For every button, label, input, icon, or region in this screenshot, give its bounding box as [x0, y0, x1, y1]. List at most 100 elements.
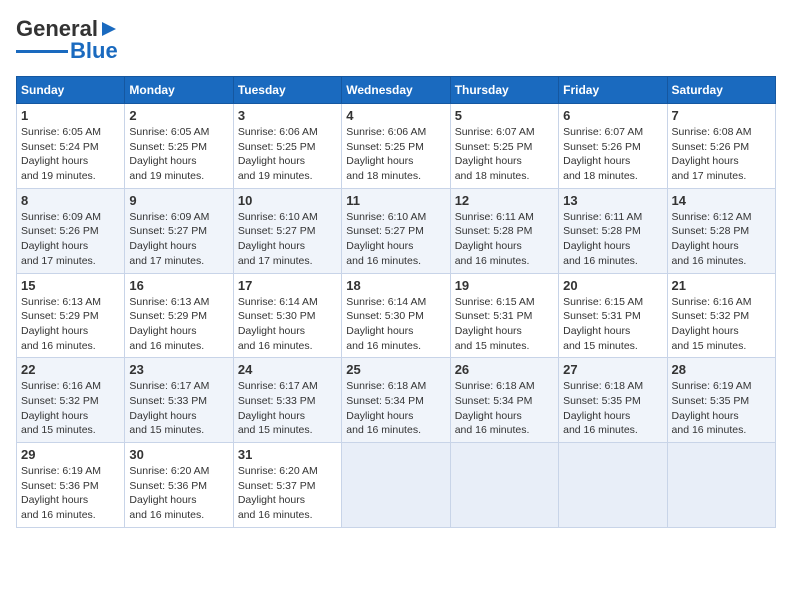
- calendar-cell: 22 Sunrise: 6:16 AM Sunset: 5:32 PM Dayl…: [17, 358, 125, 443]
- day-number: 13: [563, 193, 662, 208]
- calendar-cell: 23 Sunrise: 6:17 AM Sunset: 5:33 PM Dayl…: [125, 358, 233, 443]
- day-info: Sunrise: 6:17 AM Sunset: 5:33 PM Dayligh…: [129, 379, 228, 438]
- calendar-cell: 31 Sunrise: 6:20 AM Sunset: 5:37 PM Dayl…: [233, 443, 341, 528]
- day-number: 11: [346, 193, 445, 208]
- calendar-cell: 17 Sunrise: 6:14 AM Sunset: 5:30 PM Dayl…: [233, 273, 341, 358]
- day-info: Sunrise: 6:16 AM Sunset: 5:32 PM Dayligh…: [672, 295, 771, 354]
- day-info: Sunrise: 6:17 AM Sunset: 5:33 PM Dayligh…: [238, 379, 337, 438]
- day-number: 23: [129, 362, 228, 377]
- calendar-cell: [450, 443, 558, 528]
- day-number: 9: [129, 193, 228, 208]
- day-number: 18: [346, 278, 445, 293]
- day-info: Sunrise: 6:06 AM Sunset: 5:25 PM Dayligh…: [238, 125, 337, 184]
- day-number: 4: [346, 108, 445, 123]
- calendar-cell: 6 Sunrise: 6:07 AM Sunset: 5:26 PM Dayli…: [559, 104, 667, 189]
- calendar-cell: 3 Sunrise: 6:06 AM Sunset: 5:25 PM Dayli…: [233, 104, 341, 189]
- column-header-wednesday: Wednesday: [342, 77, 450, 104]
- day-number: 17: [238, 278, 337, 293]
- column-header-saturday: Saturday: [667, 77, 775, 104]
- day-info: Sunrise: 6:20 AM Sunset: 5:37 PM Dayligh…: [238, 464, 337, 523]
- day-info: Sunrise: 6:05 AM Sunset: 5:25 PM Dayligh…: [129, 125, 228, 184]
- logo-text2: Blue: [70, 38, 118, 64]
- day-info: Sunrise: 6:06 AM Sunset: 5:25 PM Dayligh…: [346, 125, 445, 184]
- day-number: 28: [672, 362, 771, 377]
- column-header-monday: Monday: [125, 77, 233, 104]
- calendar-cell: 21 Sunrise: 6:16 AM Sunset: 5:32 PM Dayl…: [667, 273, 775, 358]
- day-number: 1: [21, 108, 120, 123]
- day-number: 22: [21, 362, 120, 377]
- calendar-cell: 1 Sunrise: 6:05 AM Sunset: 5:24 PM Dayli…: [17, 104, 125, 189]
- day-number: 20: [563, 278, 662, 293]
- calendar-cell: 12 Sunrise: 6:11 AM Sunset: 5:28 PM Dayl…: [450, 188, 558, 273]
- day-info: Sunrise: 6:18 AM Sunset: 5:35 PM Dayligh…: [563, 379, 662, 438]
- day-number: 6: [563, 108, 662, 123]
- day-number: 25: [346, 362, 445, 377]
- calendar-cell: 29 Sunrise: 6:19 AM Sunset: 5:36 PM Dayl…: [17, 443, 125, 528]
- day-number: 26: [455, 362, 554, 377]
- calendar-cell: [559, 443, 667, 528]
- day-info: Sunrise: 6:13 AM Sunset: 5:29 PM Dayligh…: [129, 295, 228, 354]
- day-number: 27: [563, 362, 662, 377]
- calendar-cell: 18 Sunrise: 6:14 AM Sunset: 5:30 PM Dayl…: [342, 273, 450, 358]
- day-number: 5: [455, 108, 554, 123]
- calendar-header-row: SundayMondayTuesdayWednesdayThursdayFrid…: [17, 77, 776, 104]
- day-info: Sunrise: 6:11 AM Sunset: 5:28 PM Dayligh…: [563, 210, 662, 269]
- day-info: Sunrise: 6:18 AM Sunset: 5:34 PM Dayligh…: [455, 379, 554, 438]
- calendar-cell: 30 Sunrise: 6:20 AM Sunset: 5:36 PM Dayl…: [125, 443, 233, 528]
- calendar-cell: 19 Sunrise: 6:15 AM Sunset: 5:31 PM Dayl…: [450, 273, 558, 358]
- calendar-cell: 24 Sunrise: 6:17 AM Sunset: 5:33 PM Dayl…: [233, 358, 341, 443]
- calendar-cell: [342, 443, 450, 528]
- day-info: Sunrise: 6:14 AM Sunset: 5:30 PM Dayligh…: [346, 295, 445, 354]
- calendar-cell: 10 Sunrise: 6:10 AM Sunset: 5:27 PM Dayl…: [233, 188, 341, 273]
- calendar-cell: 8 Sunrise: 6:09 AM Sunset: 5:26 PM Dayli…: [17, 188, 125, 273]
- calendar-week-1: 1 Sunrise: 6:05 AM Sunset: 5:24 PM Dayli…: [17, 104, 776, 189]
- day-info: Sunrise: 6:05 AM Sunset: 5:24 PM Dayligh…: [21, 125, 120, 184]
- calendar-cell: 26 Sunrise: 6:18 AM Sunset: 5:34 PM Dayl…: [450, 358, 558, 443]
- day-info: Sunrise: 6:18 AM Sunset: 5:34 PM Dayligh…: [346, 379, 445, 438]
- day-info: Sunrise: 6:07 AM Sunset: 5:25 PM Dayligh…: [455, 125, 554, 184]
- column-header-sunday: Sunday: [17, 77, 125, 104]
- day-info: Sunrise: 6:08 AM Sunset: 5:26 PM Dayligh…: [672, 125, 771, 184]
- day-number: 19: [455, 278, 554, 293]
- day-number: 15: [21, 278, 120, 293]
- day-number: 12: [455, 193, 554, 208]
- column-header-tuesday: Tuesday: [233, 77, 341, 104]
- calendar-cell: 16 Sunrise: 6:13 AM Sunset: 5:29 PM Dayl…: [125, 273, 233, 358]
- day-number: 2: [129, 108, 228, 123]
- column-header-friday: Friday: [559, 77, 667, 104]
- day-number: 8: [21, 193, 120, 208]
- day-number: 31: [238, 447, 337, 462]
- calendar-cell: 25 Sunrise: 6:18 AM Sunset: 5:34 PM Dayl…: [342, 358, 450, 443]
- day-number: 21: [672, 278, 771, 293]
- day-info: Sunrise: 6:16 AM Sunset: 5:32 PM Dayligh…: [21, 379, 120, 438]
- day-number: 24: [238, 362, 337, 377]
- day-info: Sunrise: 6:19 AM Sunset: 5:36 PM Dayligh…: [21, 464, 120, 523]
- calendar-cell: 14 Sunrise: 6:12 AM Sunset: 5:28 PM Dayl…: [667, 188, 775, 273]
- day-number: 29: [21, 447, 120, 462]
- day-number: 7: [672, 108, 771, 123]
- calendar-week-2: 8 Sunrise: 6:09 AM Sunset: 5:26 PM Dayli…: [17, 188, 776, 273]
- day-info: Sunrise: 6:15 AM Sunset: 5:31 PM Dayligh…: [563, 295, 662, 354]
- day-number: 14: [672, 193, 771, 208]
- calendar-cell: 7 Sunrise: 6:08 AM Sunset: 5:26 PM Dayli…: [667, 104, 775, 189]
- day-number: 3: [238, 108, 337, 123]
- day-number: 16: [129, 278, 228, 293]
- calendar-cell: 9 Sunrise: 6:09 AM Sunset: 5:27 PM Dayli…: [125, 188, 233, 273]
- column-header-thursday: Thursday: [450, 77, 558, 104]
- day-info: Sunrise: 6:11 AM Sunset: 5:28 PM Dayligh…: [455, 210, 554, 269]
- calendar-week-5: 29 Sunrise: 6:19 AM Sunset: 5:36 PM Dayl…: [17, 443, 776, 528]
- logo: General Blue: [16, 16, 120, 64]
- day-info: Sunrise: 6:15 AM Sunset: 5:31 PM Dayligh…: [455, 295, 554, 354]
- day-number: 30: [129, 447, 228, 462]
- day-info: Sunrise: 6:09 AM Sunset: 5:26 PM Dayligh…: [21, 210, 120, 269]
- calendar-cell: 20 Sunrise: 6:15 AM Sunset: 5:31 PM Dayl…: [559, 273, 667, 358]
- calendar-cell: [667, 443, 775, 528]
- day-info: Sunrise: 6:19 AM Sunset: 5:35 PM Dayligh…: [672, 379, 771, 438]
- calendar-cell: 13 Sunrise: 6:11 AM Sunset: 5:28 PM Dayl…: [559, 188, 667, 273]
- day-info: Sunrise: 6:10 AM Sunset: 5:27 PM Dayligh…: [238, 210, 337, 269]
- calendar-cell: 11 Sunrise: 6:10 AM Sunset: 5:27 PM Dayl…: [342, 188, 450, 273]
- calendar-table: SundayMondayTuesdayWednesdayThursdayFrid…: [16, 76, 776, 528]
- day-info: Sunrise: 6:13 AM Sunset: 5:29 PM Dayligh…: [21, 295, 120, 354]
- day-info: Sunrise: 6:12 AM Sunset: 5:28 PM Dayligh…: [672, 210, 771, 269]
- day-info: Sunrise: 6:09 AM Sunset: 5:27 PM Dayligh…: [129, 210, 228, 269]
